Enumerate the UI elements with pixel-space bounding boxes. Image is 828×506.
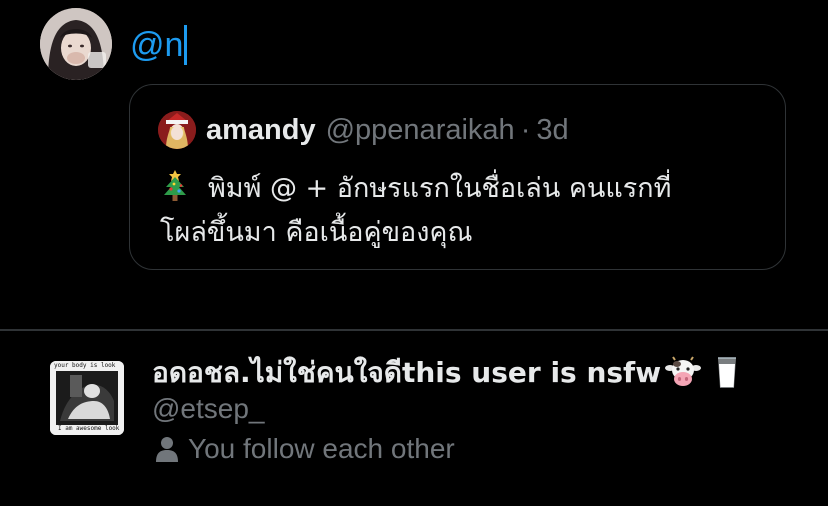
avatar-photo [40, 8, 112, 80]
suggestion-name-text: อดอชล.ไม่ใช่คนใจดีthis user is nsfw [152, 356, 662, 389]
text-caret [184, 25, 188, 65]
user-avatar[interactable] [40, 8, 112, 80]
suggestion-avatar: your body is look I am awesome look [50, 361, 124, 435]
mention-suggestion-item[interactable]: your body is look I am awesome look อดอช… [0, 331, 828, 506]
christmas-tree-icon [164, 170, 186, 201]
glass-of-milk-icon [718, 357, 737, 388]
quoted-author-avatar [158, 111, 196, 149]
quoted-author-name: amandy [206, 113, 316, 146]
cow-face-icon [665, 356, 702, 386]
composer-text: @n [130, 25, 184, 64]
suggestion-avatar-image [50, 361, 124, 435]
quoted-author-handle: @ppenaraikah [325, 113, 515, 146]
follow-relationship: You follow each other [156, 433, 455, 465]
quoted-tweet-text: พิมพ์ @ + อักษรแรกในชื่อเล่น คนแรกที่ โผ… [160, 167, 760, 255]
quoted-avatar-image [158, 111, 196, 149]
suggestion-handle: @etsep_ [152, 393, 265, 424]
quoted-text-line-2: โผล่ขึ้นมา คือเนื้อคู่ของคุณ [160, 217, 473, 248]
quoted-tweet-card[interactable]: amandy @ppenaraikah · 3d พิมพ์ @ + อักษร… [129, 84, 786, 270]
quoted-tweet-time: 3d [536, 113, 569, 146]
person-icon [156, 437, 178, 462]
follow-relationship-text: You follow each other [188, 433, 455, 464]
avatar-caption-bottom: I am awesome look [58, 425, 120, 432]
quoted-text-line-1-content: พิมพ์ @ + อักษรแรกในชื่อเล่น คนแรกที่ [208, 173, 672, 204]
quoted-tweet-header: amandy @ppenaraikah · 3d [158, 111, 569, 149]
tweet-text-input[interactable]: @n [130, 22, 188, 68]
separator-dot: · [520, 113, 531, 146]
compose-screen: @n amandy @ppenaraikah · 3d พิมพ์ @ + อั… [0, 0, 828, 506]
suggestion-display-name: อดอชล.ไม่ใช่คนใจดีthis user is nsfw [152, 353, 745, 393]
avatar-caption-top: your body is look [54, 362, 116, 369]
quoted-text-line-1: พิมพ์ @ + อักษรแรกในชื่อเล่น คนแรกที่ [160, 167, 760, 211]
